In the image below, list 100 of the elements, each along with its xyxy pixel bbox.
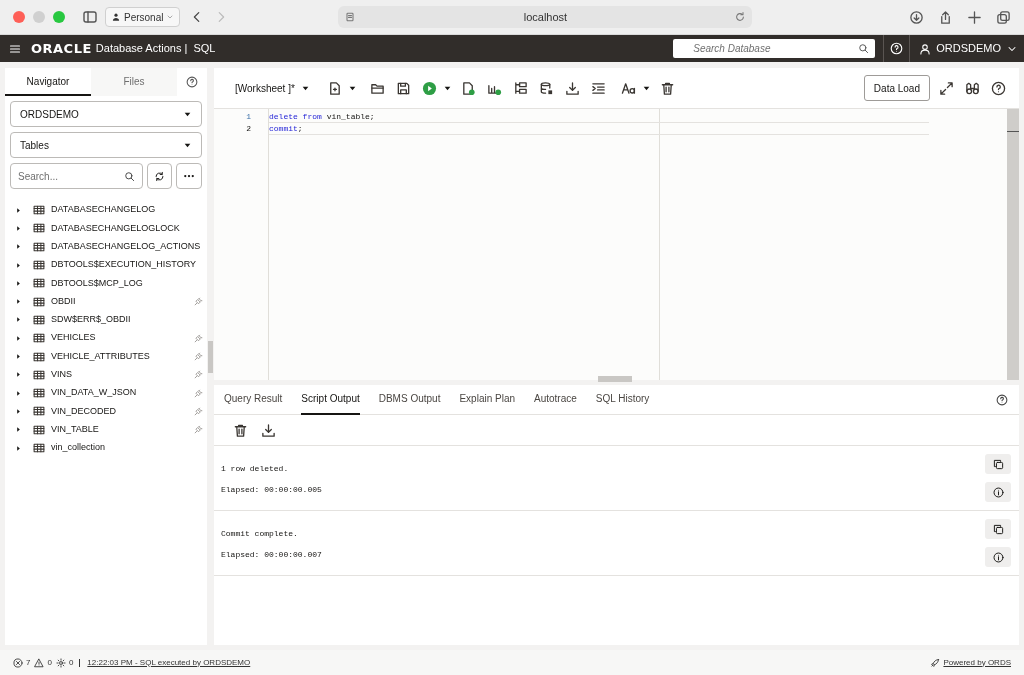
- close-window-icon[interactable]: [13, 11, 25, 23]
- object-type-select[interactable]: Tables: [10, 132, 202, 158]
- reload-icon[interactable]: [734, 11, 747, 23]
- table-item[interactable]: DATABASECHANGELOGLOCK: [5, 219, 207, 238]
- expand-icon[interactable]: [15, 243, 22, 251]
- refresh-button[interactable]: [147, 163, 172, 189]
- expand-icon[interactable]: [15, 371, 22, 379]
- plug-icon: [194, 352, 203, 361]
- plug-icon: [194, 333, 203, 343]
- table-name: SDW$ERR$_OBDII: [51, 313, 132, 327]
- expand-icon[interactable]: [15, 298, 22, 306]
- copy-button[interactable]: [985, 454, 1011, 474]
- user-icon: [919, 42, 932, 55]
- format-icon: [591, 80, 607, 96]
- table-item[interactable]: DATABASECHANGELOG_ACTIONS: [5, 237, 207, 256]
- table-item[interactable]: VEHICLES: [5, 329, 207, 348]
- table-item[interactable]: OBDII: [5, 292, 207, 311]
- tabs-overview-icon[interactable]: [996, 9, 1011, 25]
- table-icon: [32, 350, 46, 363]
- panel-collapse-handle[interactable]: [598, 376, 632, 382]
- splitter-handle[interactable]: [208, 340, 213, 373]
- info-button[interactable]: [985, 547, 1011, 567]
- powered-by-link[interactable]: Powered by ORDS: [943, 656, 1011, 669]
- run-script-icon: [461, 80, 477, 96]
- table-name: VINS: [51, 368, 73, 382]
- table-item[interactable]: VIN_TABLE: [5, 420, 207, 439]
- download-icon[interactable]: [909, 9, 924, 25]
- warning-icon[interactable]: [34, 657, 45, 668]
- panel-tab[interactable]: Files: [91, 68, 177, 96]
- table-icon: [32, 423, 46, 436]
- expand-icon[interactable]: [15, 407, 22, 415]
- table-item[interactable]: DBTOOLS$EXECUTION_HISTORY: [5, 255, 207, 275]
- result-tab[interactable]: Explain Plan: [459, 384, 515, 415]
- result-tab[interactable]: SQL History: [595, 384, 650, 415]
- expand-icon[interactable]: [15, 444, 22, 452]
- result-tab[interactable]: Query Result: [224, 384, 283, 415]
- scrollbar-thumb[interactable]: [1007, 131, 1019, 132]
- help-icon[interactable]: [186, 76, 198, 88]
- menu-icon[interactable]: [9, 42, 21, 55]
- table-item[interactable]: VEHICLE_ATTRIBUTES: [5, 347, 207, 366]
- table-item[interactable]: SDW$ERR$_OBDII: [5, 310, 207, 330]
- expand-icon[interactable]: [15, 334, 22, 342]
- expand-icon[interactable]: [15, 389, 22, 397]
- search-field[interactable]: Search...: [10, 163, 143, 189]
- expand-icon[interactable]: [15, 261, 22, 269]
- table-icon: [32, 277, 46, 290]
- download-icon: [565, 80, 581, 96]
- data-load-button[interactable]: Data Load: [863, 75, 930, 101]
- table-name: OBDII: [51, 294, 77, 308]
- search-icon: [124, 170, 135, 182]
- user-menu[interactable]: ORDSDEMO: [909, 35, 1024, 62]
- status-message-link[interactable]: 12:22:03 PM - SQL executed by ORDSDEMO: [87, 656, 251, 669]
- table-item[interactable]: DBTOOLS$MCP_LOG: [5, 274, 207, 293]
- table-item[interactable]: VIN_DECODED: [5, 402, 207, 421]
- result-tab[interactable]: Script Output: [301, 384, 360, 415]
- info-icon: [992, 551, 1004, 563]
- info-icon: [992, 486, 1004, 498]
- plug-icon: [194, 425, 203, 435]
- expand-icon[interactable]: [15, 316, 22, 324]
- worksheet-menu[interactable]: [Worksheet ]*: [235, 80, 310, 96]
- share-icon[interactable]: [938, 9, 953, 25]
- search-placeholder: Search...: [18, 169, 60, 184]
- code-line: commit;: [269, 123, 929, 135]
- result-tab[interactable]: DBMS Output: [378, 384, 441, 415]
- table-icon: [32, 222, 46, 235]
- table-name: DATABASECHANGELOGLOCK: [51, 221, 181, 235]
- table-item[interactable]: vin_collection: [5, 438, 207, 458]
- refresh-icon: [154, 170, 165, 182]
- help-icon[interactable]: [996, 393, 1008, 406]
- copy-icon: [992, 523, 1004, 535]
- copy-button[interactable]: [985, 519, 1011, 539]
- code-editor[interactable]: 1 2 delete from vin_table; commit;: [214, 108, 1019, 380]
- sidebar-icon[interactable]: [82, 9, 98, 25]
- expand-icon[interactable]: [15, 224, 22, 232]
- run-icon: [422, 80, 438, 96]
- table-name: VIN_TABLE: [51, 422, 100, 436]
- plug-icon: [194, 297, 203, 307]
- info-button[interactable]: [985, 482, 1011, 502]
- save-icon: [396, 80, 412, 96]
- database-icon: [539, 80, 555, 96]
- table-icon: [32, 240, 46, 253]
- table-item[interactable]: DATABASECHANGELOG: [5, 201, 207, 220]
- error-icon[interactable]: [13, 657, 23, 668]
- expand-icon[interactable]: [15, 426, 22, 434]
- result-tab[interactable]: Autotrace: [534, 384, 577, 415]
- plug-icon: [194, 370, 203, 380]
- expand-icon[interactable]: [15, 279, 22, 287]
- table-item[interactable]: VINS: [5, 365, 207, 384]
- new-tab-icon[interactable]: [967, 9, 982, 25]
- settings-icon[interactable]: [55, 657, 66, 668]
- table-item[interactable]: VIN_DATA_W_JSON: [5, 383, 207, 403]
- autotrace-icon: [513, 80, 529, 96]
- table-name: VIN_DECODED: [51, 404, 117, 418]
- expand-icon[interactable]: [15, 353, 22, 360]
- profile-button[interactable]: Personal: [105, 7, 181, 27]
- expand-icon[interactable]: [15, 206, 22, 214]
- address-bar[interactable]: localhost: [338, 6, 753, 28]
- search-field[interactable]: Search Database: [673, 39, 876, 58]
- schema-select[interactable]: ORDSDEMO: [10, 101, 202, 127]
- expand-icon: [938, 80, 954, 96]
